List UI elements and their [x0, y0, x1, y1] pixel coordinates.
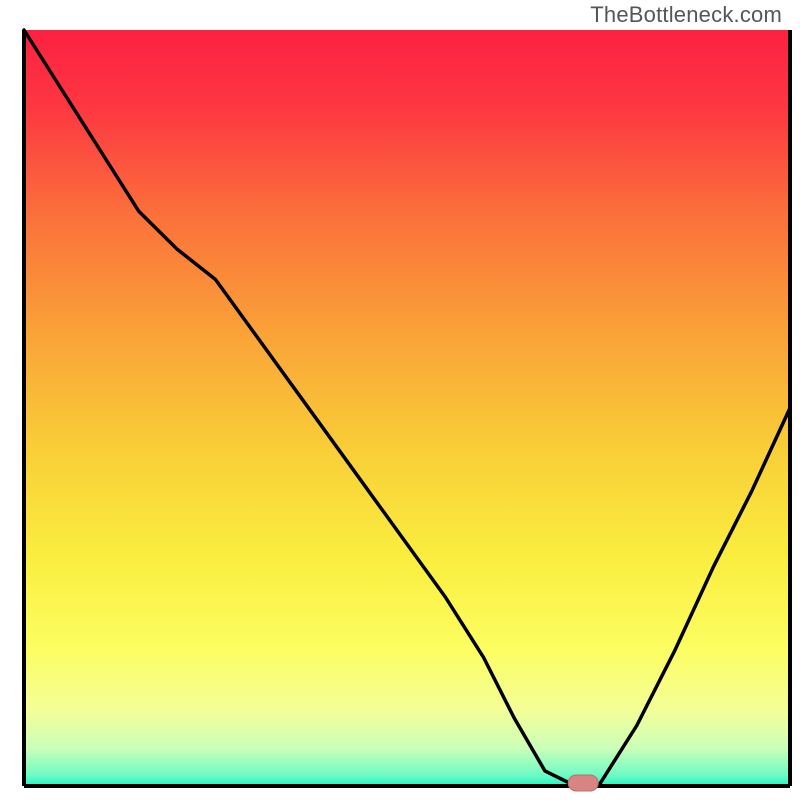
- plot-area: [24, 30, 790, 791]
- gradient-background: [24, 30, 790, 786]
- bottleneck-chart: [0, 0, 800, 800]
- optimal-point-marker: [568, 775, 598, 791]
- chart-container: TheBottleneck.com: [0, 0, 800, 800]
